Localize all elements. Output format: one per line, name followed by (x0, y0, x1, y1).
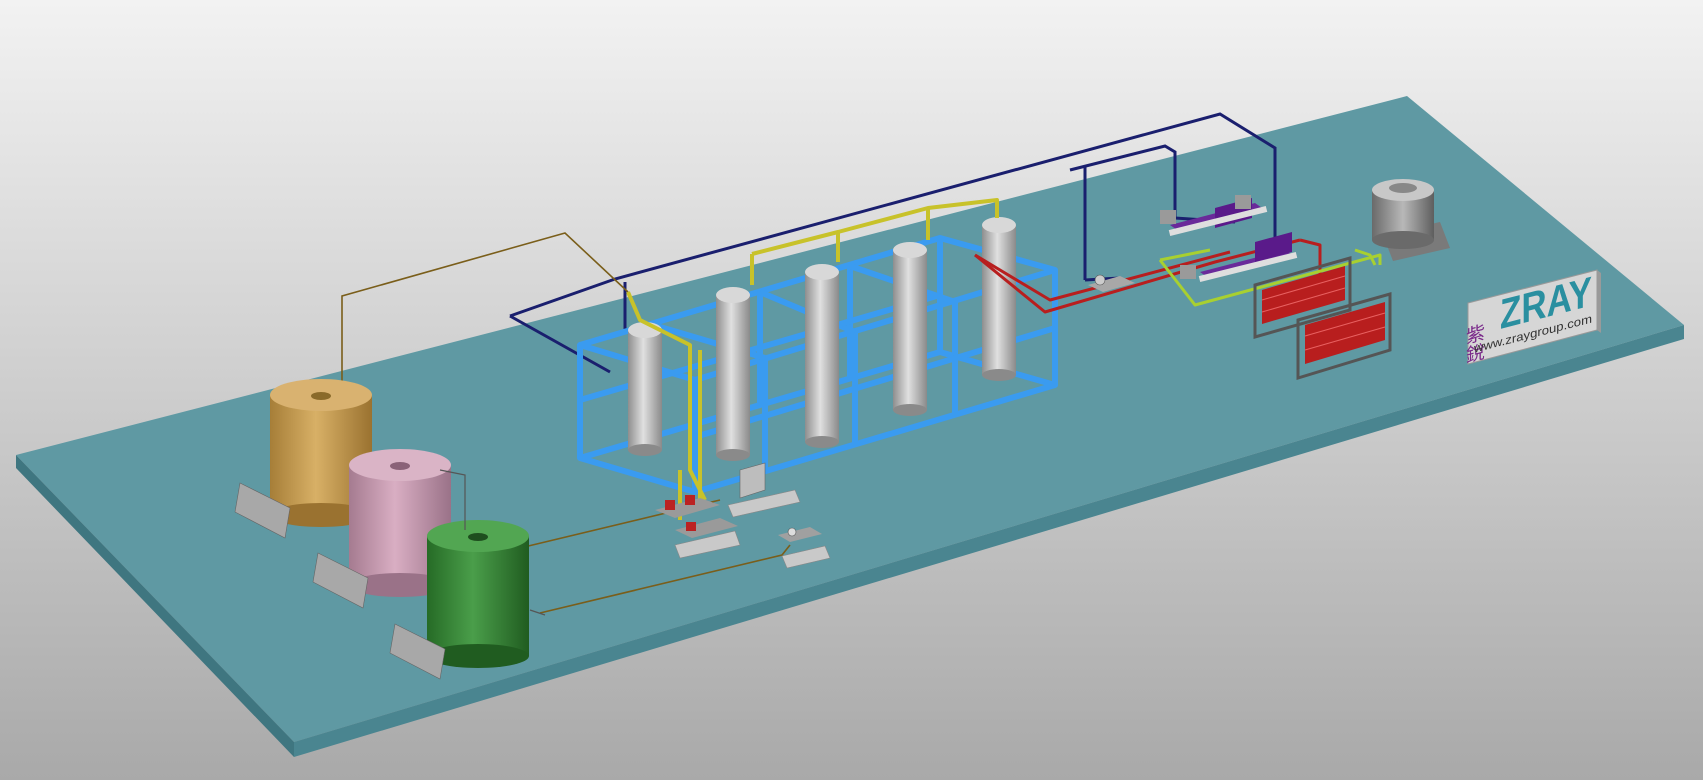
column-2 (716, 287, 750, 461)
plant-3d-scene: 紫銳 ZRAY www.zraygroup.com (0, 0, 1703, 780)
column-5 (982, 217, 1016, 381)
column-3 (805, 264, 839, 448)
column-1 (628, 322, 662, 456)
column-4 (893, 242, 927, 416)
storage-tank-green (427, 520, 529, 668)
